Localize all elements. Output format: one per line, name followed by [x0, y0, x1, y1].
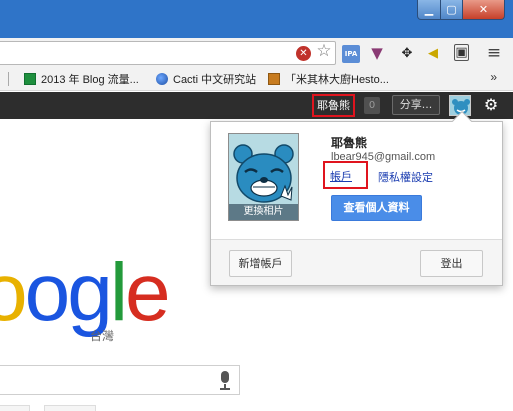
maximize-button[interactable]: ▢ [441, 0, 463, 20]
logo-letter: o [0, 247, 28, 338]
logo-letter: o [24, 247, 71, 338]
bookmark-label: 「米其林大廚Hesto... [285, 74, 389, 86]
bookmark-item[interactable]: 2013 年 Blog 流量... [24, 71, 139, 87]
bookmark-label: 2013 年 Blog 流量... [41, 74, 139, 86]
account-link-highlight: 帳戶 [323, 161, 368, 189]
account-link[interactable]: 帳戶 [330, 168, 352, 184]
change-photo-label[interactable]: 更換相片 [229, 204, 298, 220]
search-button[interactable] [0, 405, 30, 411]
account-display-name: 耶魯熊 [331, 136, 368, 150]
notification-count[interactable]: 0 [364, 97, 380, 114]
lucky-button[interactable] [44, 405, 96, 411]
ipa-icon[interactable]: IPA [342, 45, 360, 63]
globe-icon [156, 73, 168, 85]
browser-toolbar: ✕ ☆ IPA ▼ ✥ ◀ ▣ ≡ [0, 38, 513, 67]
block-icon[interactable]: ✕ [296, 46, 311, 61]
address-bar[interactable] [0, 41, 336, 65]
gear-icon[interactable]: ⚙ [481, 95, 501, 115]
star-icon[interactable]: ☆ [315, 41, 333, 61]
bookmark-label: Cacti 中文研究站 [173, 74, 257, 86]
add-account-button[interactable]: 新增帳戶 [229, 250, 292, 277]
sign-out-button[interactable]: 登出 [420, 250, 483, 277]
bookmark-item[interactable]: Cacti 中文研究站 [156, 71, 256, 87]
logo-letter: e [125, 247, 171, 338]
search-input[interactable] [0, 365, 240, 395]
plug-icon[interactable]: ◀ [424, 44, 442, 62]
cursor-icon[interactable]: ✥ [398, 44, 416, 62]
bookmark-separator [8, 72, 9, 86]
profile-photo[interactable]: 更換相片 [228, 133, 299, 221]
close-button[interactable]: ✕ [463, 0, 505, 20]
google-logo: oogle [0, 247, 171, 338]
share-button[interactable]: 分享... [392, 95, 440, 115]
microphone-icon[interactable] [216, 371, 234, 391]
spreadsheet-icon [24, 73, 36, 85]
bookmark-item[interactable]: 「米其林大廚Hesto... [268, 71, 389, 87]
bookmarks-overflow-button[interactable]: » [490, 70, 497, 84]
thumb-down-icon[interactable]: ▼ [368, 44, 386, 62]
view-profile-button[interactable]: 查看個人資料 [331, 195, 422, 221]
window-title-bar: ▁ ▢ ✕ [0, 0, 513, 38]
window-controls: ▁ ▢ ✕ [417, 0, 505, 20]
account-email: lbear945@gmail.com [331, 151, 436, 163]
bookmarks-bar: 2013 年 Blog 流量... Cacti 中文研究站 「米其林大廚Hest… [0, 67, 513, 91]
minimize-button[interactable]: ▁ [417, 0, 441, 20]
logo-region-label: 台灣 [90, 329, 115, 343]
screenshot-icon[interactable]: ▣ [454, 44, 469, 61]
account-name-button[interactable]: 耶魯熊 [312, 94, 355, 117]
page-icon [268, 73, 280, 85]
menu-icon[interactable]: ≡ [485, 43, 503, 63]
logo-letter: l [109, 247, 128, 338]
privacy-settings-link[interactable]: 隱私權設定 [378, 169, 433, 185]
google-bar: 耶魯熊 0 分享... ⚙ [0, 92, 513, 119]
logo-letter: g [67, 247, 113, 338]
